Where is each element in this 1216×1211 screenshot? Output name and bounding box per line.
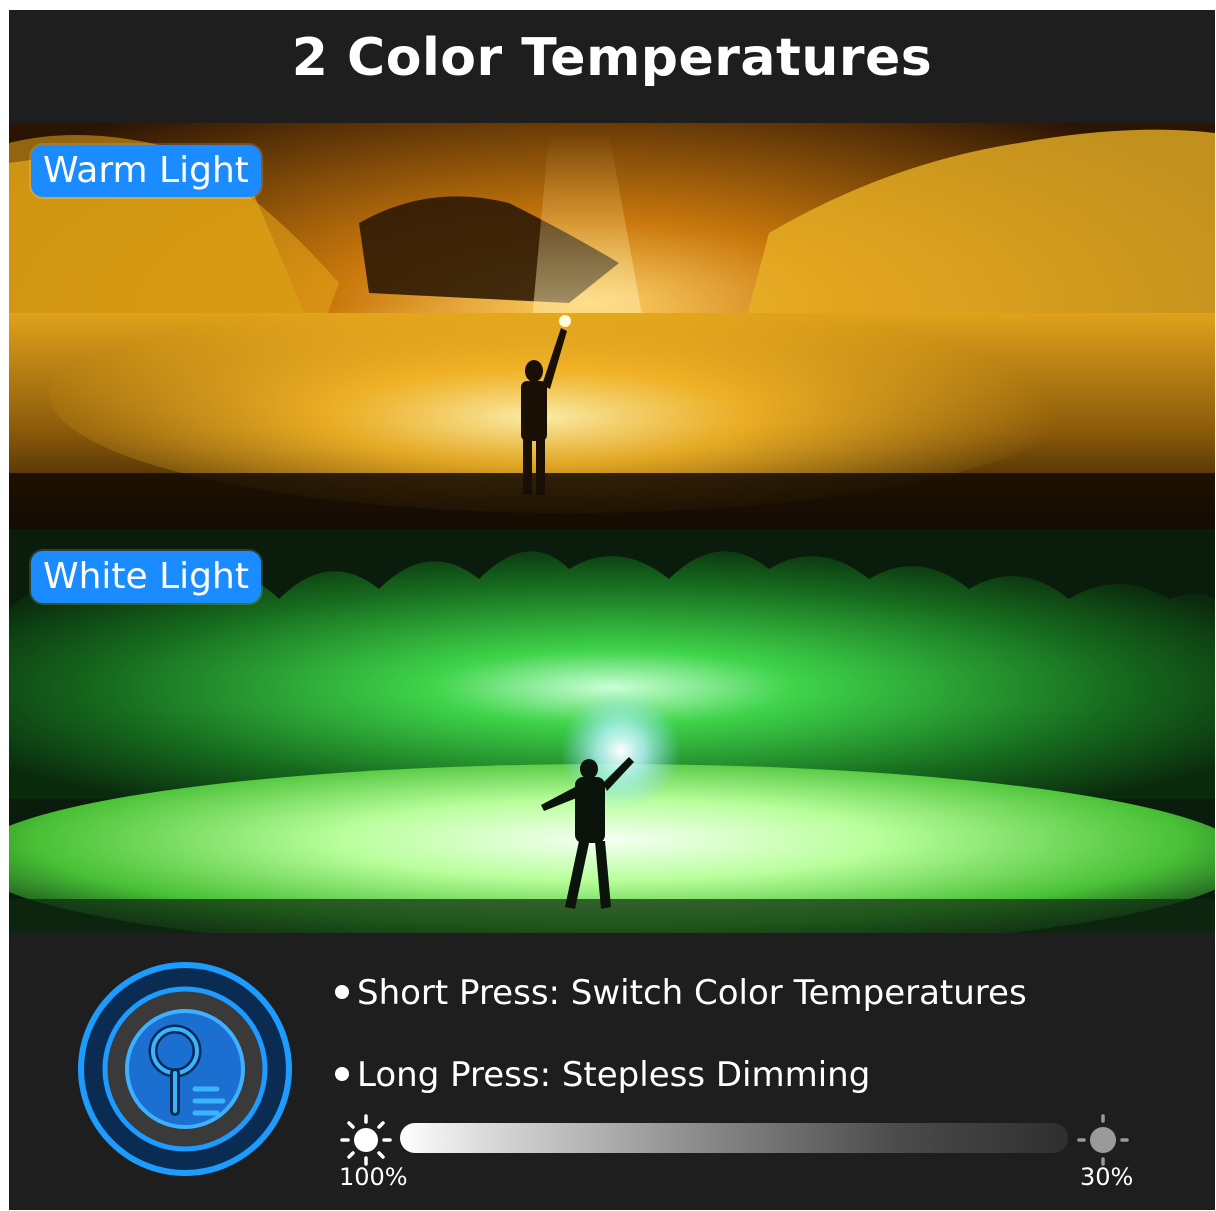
- dimming-min-label: 30%: [1080, 1163, 1134, 1191]
- flashlight-button-icon: [78, 962, 292, 1176]
- white-light-photo: White Light: [9, 529, 1215, 933]
- infographic: 2 Color Temperatures Warm Light White Li…: [9, 10, 1215, 1210]
- white-light-label: White Light: [31, 551, 261, 603]
- page-title: 2 Color Temperatures: [291, 28, 933, 88]
- bullet-dot: [335, 1066, 349, 1081]
- dimming-max-label: 100%: [339, 1163, 408, 1191]
- warm-light-photo: Warm Light: [9, 123, 1215, 529]
- short-press-instruction: Short Press: Switch Color Temperatures: [335, 973, 1027, 1013]
- sun-bright-icon: [340, 1114, 392, 1166]
- instructions-section: Short Press: Switch Color Temperatures L…: [9, 933, 1215, 1210]
- bullet-dot: [335, 984, 349, 999]
- warm-light-label: Warm Light: [31, 145, 261, 197]
- long-press-instruction: Long Press: Stepless Dimming: [335, 1055, 870, 1095]
- dimming-gradient-bar: [400, 1123, 1068, 1153]
- sun-dim-icon: [1077, 1114, 1129, 1166]
